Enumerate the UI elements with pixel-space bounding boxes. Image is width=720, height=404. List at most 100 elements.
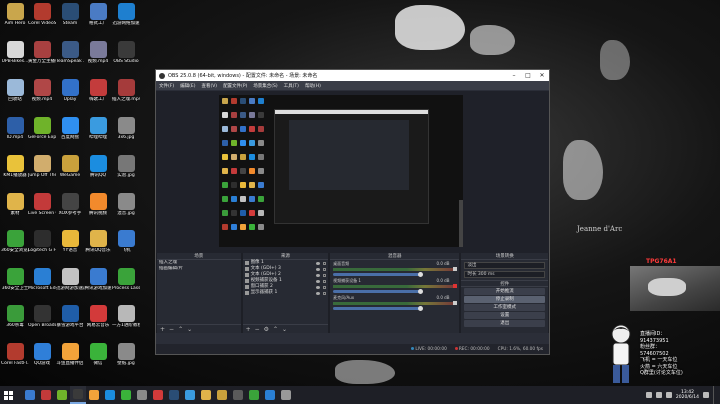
- speaker-icon[interactable]: [453, 267, 458, 271]
- desktop-icon[interactable]: 黄金万全主播视频.mp4: [28, 41, 56, 64]
- desktop-icon[interactable]: Corel VideoStud...: [28, 3, 56, 26]
- desktop-icon[interactable]: 混音.jpg: [112, 193, 140, 216]
- taskbar-app[interactable]: [246, 386, 262, 404]
- desktop-icon[interactable]: 哔哩哔哩: [84, 117, 112, 140]
- taskbar-app[interactable]: [118, 386, 134, 404]
- preview-canvas[interactable]: [156, 91, 549, 253]
- desktop-icon[interactable]: Jump Off The Bridge: [28, 155, 56, 178]
- close-icon[interactable]: ✕: [535, 72, 549, 79]
- menu-view[interactable]: 查看(V): [201, 83, 217, 89]
- taskbar-app[interactable]: [54, 386, 70, 404]
- desktop-icon[interactable]: 迅游网络加速: [112, 3, 140, 26]
- desktop-icon[interactable]: OBS Studio: [112, 41, 140, 64]
- volume-slider[interactable]: [333, 289, 424, 294]
- taskbar-app[interactable]: [102, 386, 118, 404]
- desktop-icon[interactable]: QQ游戏: [28, 343, 56, 366]
- start-streaming-button[interactable]: 开始推流: [464, 288, 545, 295]
- eye-icon[interactable]: [316, 261, 321, 265]
- desktop-icon[interactable]: 腾讯QQ音乐: [84, 230, 112, 253]
- desktop-icon[interactable]: Steam: [56, 3, 84, 26]
- slider-handle[interactable]: [418, 306, 424, 311]
- desktop-icon[interactable]: GeForce Experience: [28, 117, 56, 140]
- speaker-icon[interactable]: [453, 301, 458, 305]
- desktop-icon[interactable]: 暴雪游戏平台: [56, 305, 84, 328]
- taskbar-app[interactable]: [134, 386, 150, 404]
- add-scene-icon[interactable]: +: [160, 326, 165, 333]
- taskbar-app[interactable]: [214, 386, 230, 404]
- desktop-icon[interactable]: Uplay: [56, 79, 84, 102]
- desktop-icon[interactable]: 实验.jpg: [112, 155, 140, 178]
- eye-icon[interactable]: [316, 279, 321, 283]
- taskbar-app[interactable]: [230, 386, 246, 404]
- desktop-icon[interactable]: 格式工厂: [84, 3, 112, 26]
- taskbar-app[interactable]: [150, 386, 166, 404]
- desktop-icon[interactable]: 3x6.jpg: [112, 117, 140, 140]
- desktop-icon[interactable]: 360杀毒: [1, 305, 29, 328]
- desktop-icon[interactable]: 腾讯游戏加速: [84, 268, 112, 291]
- taskbar-app[interactable]: [198, 386, 214, 404]
- start-button[interactable]: [0, 386, 16, 404]
- desktop-icon[interactable]: Corel FastFl...: [1, 343, 29, 366]
- desktop-icon[interactable]: 腾讯视频: [84, 193, 112, 216]
- show-desktop-button[interactable]: [713, 386, 716, 404]
- volume-slider[interactable]: [333, 306, 424, 311]
- notification-icon[interactable]: [703, 392, 709, 398]
- duration-field[interactable]: 时长 300 ms: [464, 271, 545, 278]
- settings-button[interactable]: 设置: [464, 312, 545, 319]
- desktop-icon[interactable]: 一方1进阶教程: [112, 305, 140, 328]
- desktop-icon[interactable]: Process Lasso: [112, 268, 140, 291]
- move-up-icon[interactable]: ⌃: [178, 326, 183, 333]
- taskbar-app[interactable]: [38, 386, 54, 404]
- obs-titlebar[interactable]: OBS 25.0.8 (64-bit, windows) - 配置文件: 未命名…: [156, 70, 549, 81]
- remove-source-icon[interactable]: −: [255, 326, 260, 333]
- scene-item[interactable]: 插画编辑/片: [157, 266, 241, 272]
- desktop-icon[interactable]: YY语音: [56, 230, 84, 253]
- network-icon[interactable]: [645, 392, 652, 398]
- eye-icon[interactable]: [316, 273, 321, 277]
- volume-slider[interactable]: [333, 272, 424, 277]
- desktop-icon[interactable]: 素材: [1, 193, 29, 216]
- lock-icon[interactable]: [323, 267, 327, 271]
- desktop-icon[interactable]: 迅游网游加速器: [56, 268, 84, 291]
- taskbar-app[interactable]: [22, 386, 38, 404]
- menu-edit[interactable]: 编辑(E): [180, 83, 195, 89]
- move-up-icon[interactable]: ⌃: [273, 326, 278, 333]
- desktop-icon[interactable]: 360安全浏览器: [1, 230, 29, 253]
- taskbar-app[interactable]: [262, 386, 278, 404]
- desktop-icon[interactable]: Microsoft Edge: [28, 268, 56, 291]
- desktop-icon[interactable]: ID.mp4: [1, 117, 29, 140]
- taskbar-app[interactable]: [182, 386, 198, 404]
- desktop-icon[interactable]: Open Broadcast...: [28, 305, 56, 328]
- lock-icon[interactable]: [323, 285, 327, 289]
- desktop-icon[interactable]: Aim Hero: [1, 3, 29, 26]
- desktop-icon[interactable]: 斗鱼直播伴侣: [56, 343, 84, 366]
- eye-icon[interactable]: [316, 267, 321, 271]
- desktop-icon[interactable]: 百度网盘: [56, 117, 84, 140]
- desktop-icon[interactable]: XOX参考手: [56, 193, 84, 216]
- desktop-icon[interactable]: Live Screen Capture: [28, 193, 56, 216]
- desktop-icon[interactable]: 嗨歌工厂: [84, 79, 112, 102]
- desktop-icon[interactable]: 微信: [84, 343, 112, 366]
- transition-select[interactable]: 淡出: [464, 262, 545, 269]
- menu-help[interactable]: 帮助(H): [305, 83, 321, 89]
- eye-icon[interactable]: [316, 285, 321, 289]
- desktop-icon[interactable]: 360安全卫士: [1, 268, 29, 291]
- taskbar-app[interactable]: [166, 386, 182, 404]
- taskbar-app[interactable]: [70, 386, 86, 404]
- minimize-icon[interactable]: –: [507, 72, 521, 79]
- lock-icon[interactable]: [323, 291, 327, 295]
- menu-profile[interactable]: 配置文件(P): [223, 83, 247, 89]
- desktop-icon[interactable]: 视频.mp4: [28, 79, 56, 102]
- lock-icon[interactable]: [323, 279, 327, 283]
- desktop-icon[interactable]: UPB-Bikes...: [1, 41, 29, 64]
- desktop-icon[interactable]: 插入之魂.mp4: [112, 79, 140, 102]
- volume-icon[interactable]: [655, 392, 662, 398]
- desktop-icon[interactable]: TeamSpeak 3: [56, 41, 84, 64]
- desktop-icon[interactable]: 网易云音乐: [84, 305, 112, 328]
- menu-scene-collection[interactable]: 场景集合(S): [253, 83, 277, 89]
- add-source-icon[interactable]: +: [246, 326, 251, 333]
- studio-mode-button[interactable]: 工作室模式: [464, 304, 545, 311]
- desktop-icon[interactable]: 壁纸.jpg: [112, 343, 140, 366]
- lock-icon[interactable]: [323, 261, 327, 265]
- move-down-icon[interactable]: ⌄: [187, 326, 192, 333]
